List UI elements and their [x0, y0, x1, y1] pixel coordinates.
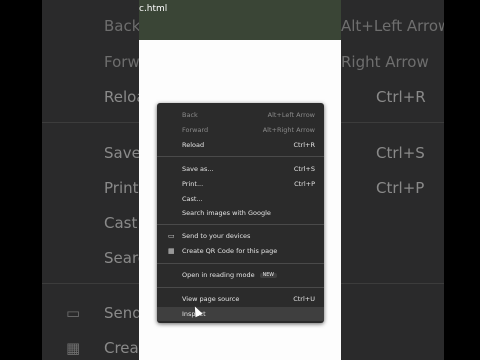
menu-separator	[157, 224, 324, 225]
bg-print-shortcut: Ctrl+P	[376, 179, 425, 197]
url-text: c.html	[139, 4, 168, 14]
menu-item-label: Forward	[182, 126, 209, 134]
menu-item-shortcut: Ctrl+R	[293, 141, 315, 149]
menu-item-label: Reload	[182, 141, 205, 149]
menu-item-print[interactable]: Print... Ctrl+P	[157, 177, 324, 191]
bg-forward-shortcut: Right Arrow	[341, 53, 429, 71]
menu-item-shortcut: Alt+Right Arrow	[262, 126, 315, 134]
menu-item-label: Create QR Code for this page	[182, 247, 278, 255]
menu-item-search-images[interactable]: Search images with Google	[157, 206, 324, 220]
devices-icon: ▭	[168, 232, 175, 240]
menu-item-send-to-devices[interactable]: ▭ Send to your devices	[157, 229, 324, 243]
menu-item-reading-mode[interactable]: Open in reading mode NEW	[157, 268, 324, 282]
menu-item-label: Open in reading mode	[182, 271, 255, 279]
bg-send-icon: ▭	[66, 304, 81, 322]
menu-item-qr-code[interactable]: ▦ Create QR Code for this page	[157, 244, 324, 258]
bg-qr-icon: ▦	[66, 339, 81, 357]
bg-reload-shortcut: Ctrl+R	[376, 88, 426, 106]
menu-item-label: Cast...	[182, 195, 203, 203]
menu-item-shortcut: Ctrl+S	[293, 165, 315, 173]
menu-separator	[157, 287, 324, 288]
menu-item-label: Back	[182, 111, 198, 119]
menu-item-cast[interactable]: Cast...	[157, 192, 324, 206]
menu-item-reload[interactable]: Reload Ctrl+R	[157, 138, 324, 152]
bg-save-shortcut: Ctrl+S	[376, 144, 425, 162]
menu-item-shortcut: Alt+Left Arrow	[267, 111, 315, 119]
address-bar[interactable]: c.html	[139, 0, 341, 22]
bg-send: Send	[104, 304, 142, 322]
bg-back-shortcut: Alt+Left Arrow	[341, 17, 444, 35]
menu-item-forward[interactable]: Forward Alt+Right Arrow	[157, 123, 324, 137]
menu-item-shortcut: Ctrl+P	[294, 180, 315, 188]
menu-item-label: Save as...	[182, 165, 214, 173]
menu-item-label: Search images with Google	[182, 209, 271, 217]
menu-item-back[interactable]: Back Alt+Left Arrow	[157, 108, 324, 122]
bg-print: Print	[104, 179, 139, 197]
context-menu: Back Alt+Left Arrow Forward Alt+Right Ar…	[157, 103, 324, 323]
new-badge: NEW	[259, 273, 277, 278]
menu-item-inspect[interactable]: Inspect	[157, 307, 324, 321]
qr-code-icon: ▦	[168, 247, 175, 255]
menu-item-label-wrap: Open in reading mode NEW	[182, 271, 277, 279]
menu-item-label: Print...	[182, 180, 204, 188]
toolbar-strip	[139, 22, 341, 40]
bg-save: Save	[104, 144, 141, 162]
menu-item-shortcut: Ctrl+U	[293, 295, 315, 303]
menu-item-label: View page source	[182, 295, 240, 303]
menu-separator	[157, 156, 324, 157]
bg-cast: Cast.	[104, 214, 143, 232]
menu-item-view-source[interactable]: View page source Ctrl+U	[157, 292, 324, 306]
menu-item-save-as[interactable]: Save as... Ctrl+S	[157, 162, 324, 176]
menu-separator	[157, 263, 324, 264]
bg-back: Back	[104, 17, 141, 35]
menu-item-label: Send to your devices	[182, 232, 251, 240]
